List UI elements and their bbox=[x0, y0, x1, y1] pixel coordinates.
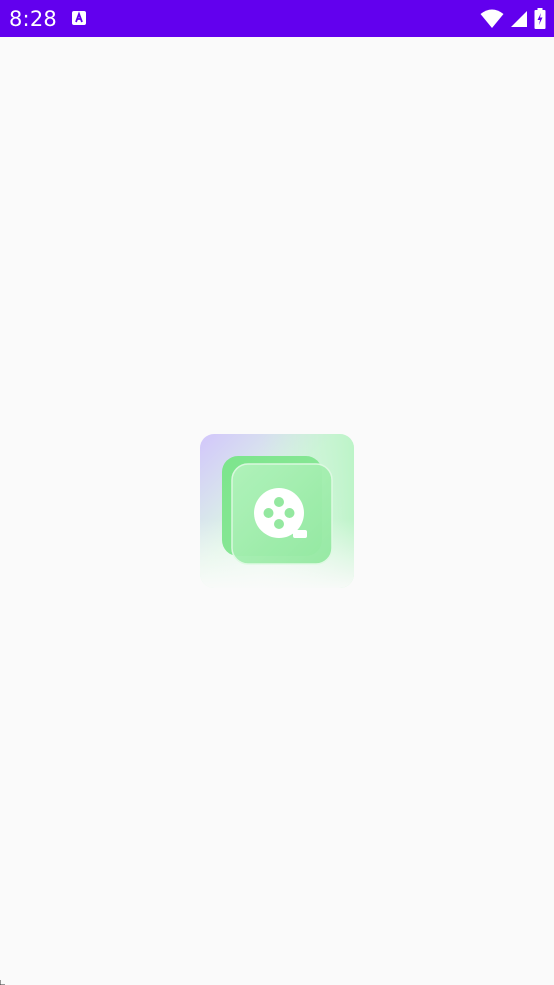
status-time: 8:28 bbox=[9, 7, 57, 31]
wifi-icon bbox=[480, 9, 504, 28]
status-icons bbox=[480, 8, 546, 29]
notification-a-icon bbox=[72, 11, 86, 25]
battery-charging-icon bbox=[534, 8, 546, 29]
app-logo bbox=[200, 434, 354, 588]
corner-mark-icon bbox=[0, 980, 5, 985]
status-bar: 8:28 bbox=[0, 0, 554, 37]
signal-icon bbox=[511, 10, 527, 27]
